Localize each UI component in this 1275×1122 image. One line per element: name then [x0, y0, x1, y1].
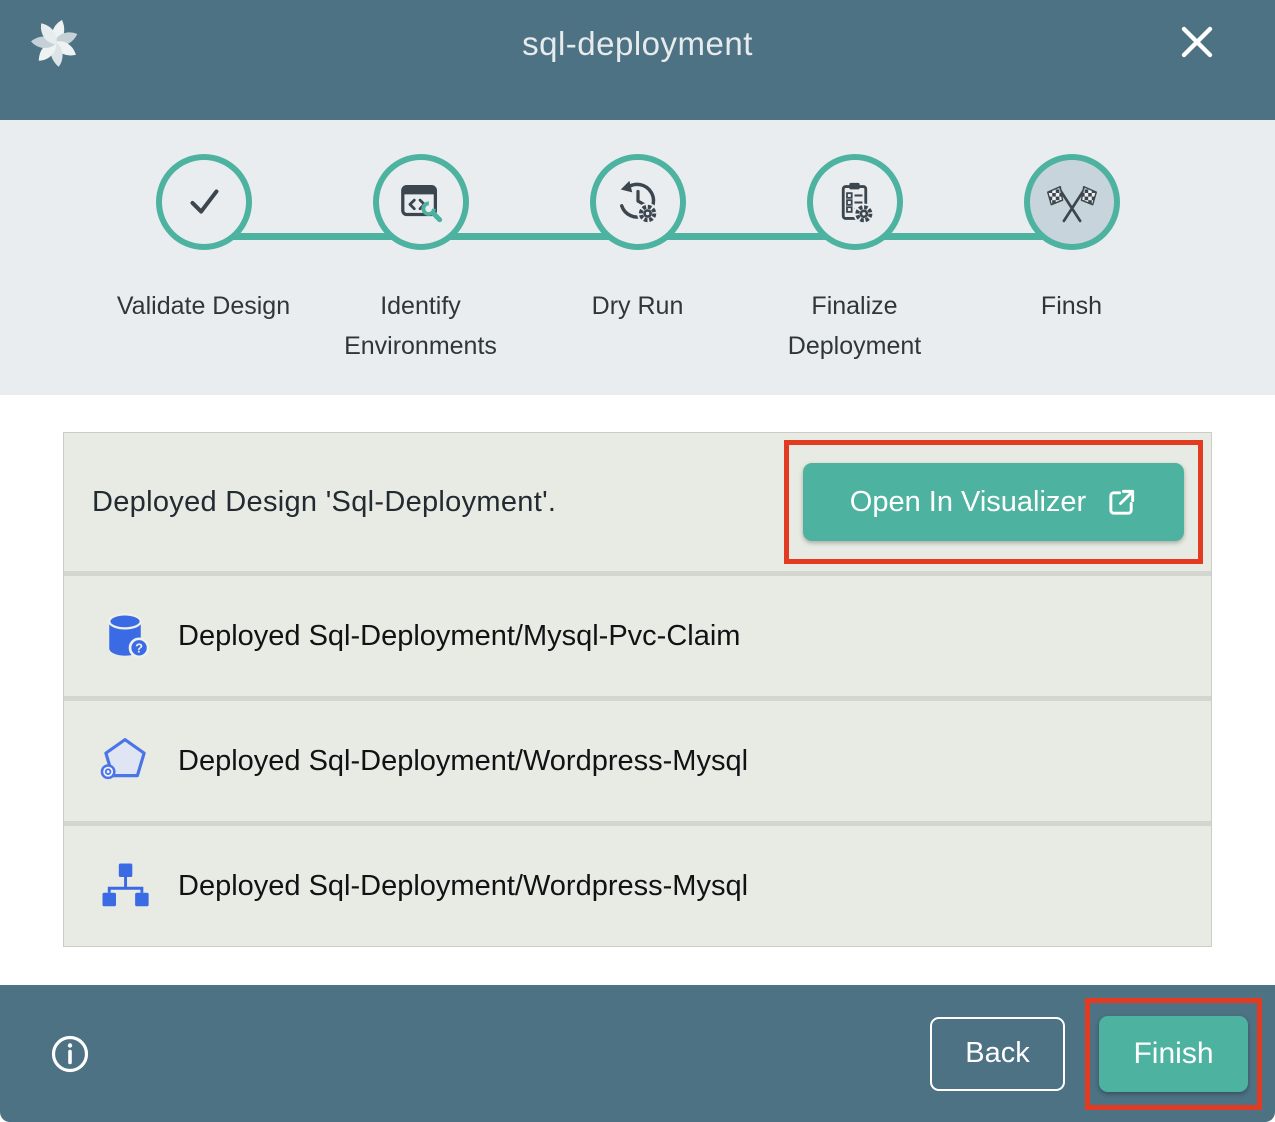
step-label: Finsh	[1041, 286, 1102, 326]
close-icon	[1177, 22, 1217, 62]
external-link-icon	[1106, 487, 1137, 518]
back-button[interactable]: Back	[930, 1017, 1065, 1091]
checkered-flags-icon	[1045, 178, 1099, 226]
step-circle	[807, 154, 903, 250]
step-circle	[590, 154, 686, 250]
code-wrench-icon	[398, 179, 444, 225]
hierarchy-icon	[98, 859, 152, 913]
deployment-stepper: Validate Design Identify Environments	[0, 120, 1275, 395]
step-dry-run[interactable]: Dry Run	[529, 154, 746, 366]
deployed-design-text: Deployed Design 'Sql-Deployment'.	[92, 486, 556, 519]
step-finalize-deployment[interactable]: Finalize Deployment	[746, 154, 963, 366]
step-circle	[373, 154, 469, 250]
finish-button[interactable]: Finish	[1099, 1016, 1248, 1092]
step-finish[interactable]: Finsh	[963, 154, 1180, 366]
finish-highlight-box: Finish	[1085, 998, 1262, 1110]
deployment-results: Deployed Design 'Sql-Deployment'. Open I…	[0, 395, 1275, 947]
step-label: Identify Environments	[321, 286, 521, 366]
pentagon-icon	[98, 734, 152, 788]
modal-title: sql-deployment	[0, 25, 1275, 63]
step-circle	[156, 154, 252, 250]
question-badge: ?	[135, 640, 143, 655]
check-icon	[181, 179, 227, 225]
result-row-pvc: ? Deployed Sql-Deployment/Mysql-Pvc-Clai…	[64, 576, 1211, 696]
result-row-text: Deployed Sql-Deployment/Wordpress-Mysql	[178, 870, 748, 903]
deployed-design-row: Deployed Design 'Sql-Deployment'. Open I…	[64, 433, 1211, 571]
step-validate-design[interactable]: Validate Design	[95, 154, 312, 366]
open-in-visualizer-label: Open In Visualizer	[850, 486, 1086, 519]
modal-footer: Back Finish	[0, 985, 1275, 1122]
result-row-text: Deployed Sql-Deployment/Wordpress-Mysql	[178, 745, 748, 778]
deployment-modal: sql-deployment Validate Design	[0, 0, 1275, 1122]
result-row-text: Deployed Sql-Deployment/Mysql-Pvc-Claim	[178, 620, 740, 653]
visualizer-highlight-box: Open In Visualizer	[784, 440, 1203, 564]
open-in-visualizer-button[interactable]: Open In Visualizer	[803, 463, 1184, 541]
modal-header: sql-deployment	[0, 0, 1275, 120]
database-icon: ?	[98, 609, 152, 663]
step-label: Dry Run	[592, 286, 684, 326]
step-label: Validate Design	[117, 286, 290, 326]
step-label: Finalize Deployment	[755, 286, 955, 366]
result-row-wordpress-mysql-2: Deployed Sql-Deployment/Wordpress-Mysql	[64, 826, 1211, 946]
step-circle	[1024, 154, 1120, 250]
clipboard-gear-icon	[832, 180, 877, 225]
history-gear-icon	[615, 179, 661, 225]
close-button[interactable]	[1177, 22, 1217, 62]
result-row-wordpress-mysql: Deployed Sql-Deployment/Wordpress-Mysql	[64, 701, 1211, 821]
step-identify-environments[interactable]: Identify Environments	[312, 154, 529, 366]
info-button[interactable]	[50, 1034, 90, 1074]
info-icon	[50, 1034, 90, 1074]
